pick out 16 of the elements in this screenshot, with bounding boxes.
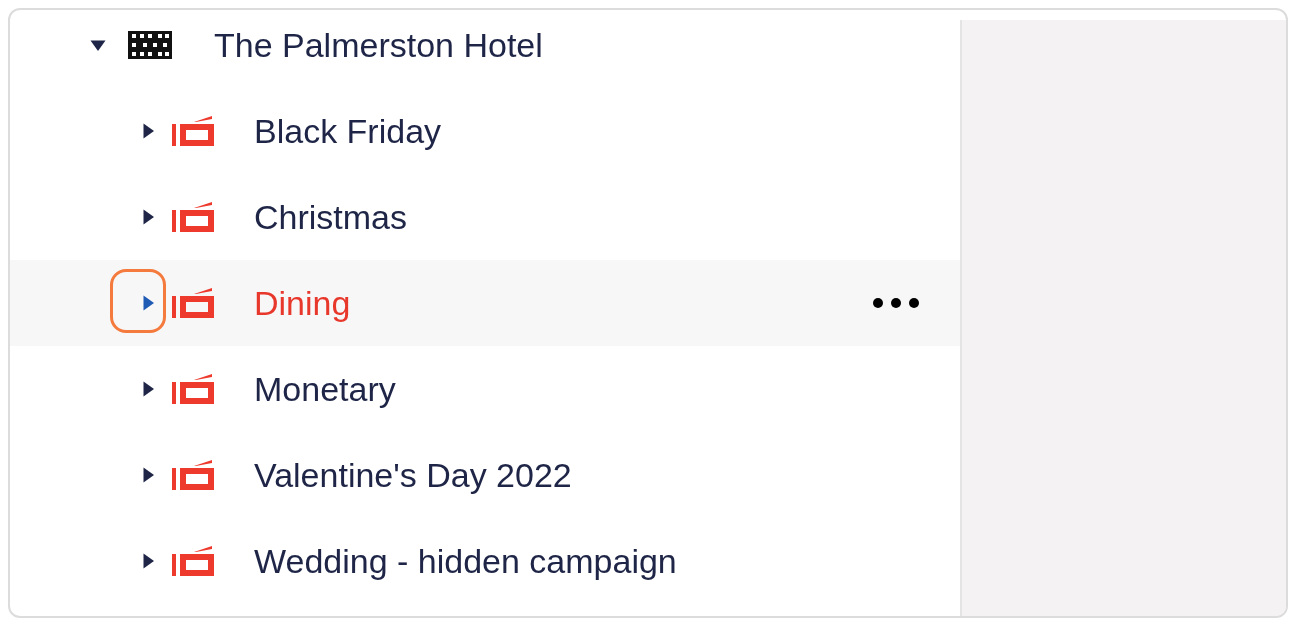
campaign-icon	[172, 460, 214, 490]
campaign-name[interactable]: Dining	[254, 283, 351, 323]
more-icon[interactable]	[872, 297, 920, 309]
campaign-name[interactable]: Christmas	[254, 197, 408, 237]
campaign-name[interactable]: Monetary	[254, 369, 396, 409]
hotel-name[interactable]: The Palmerston Hotel	[214, 25, 543, 65]
campaign-icon	[172, 374, 214, 404]
campaign-icon	[172, 202, 214, 232]
campaign-icon	[172, 116, 214, 146]
campaign-icon	[172, 288, 214, 318]
building-icon	[128, 31, 172, 59]
campaign-name[interactable]: Wedding - hidden campaign	[254, 541, 677, 581]
campaign-name[interactable]: Valentine's Day 2022	[254, 455, 572, 495]
selected-row[interactable]: Dining	[10, 260, 960, 346]
campaign-name[interactable]: Black Friday	[254, 111, 442, 151]
campaign-icon	[172, 546, 214, 576]
